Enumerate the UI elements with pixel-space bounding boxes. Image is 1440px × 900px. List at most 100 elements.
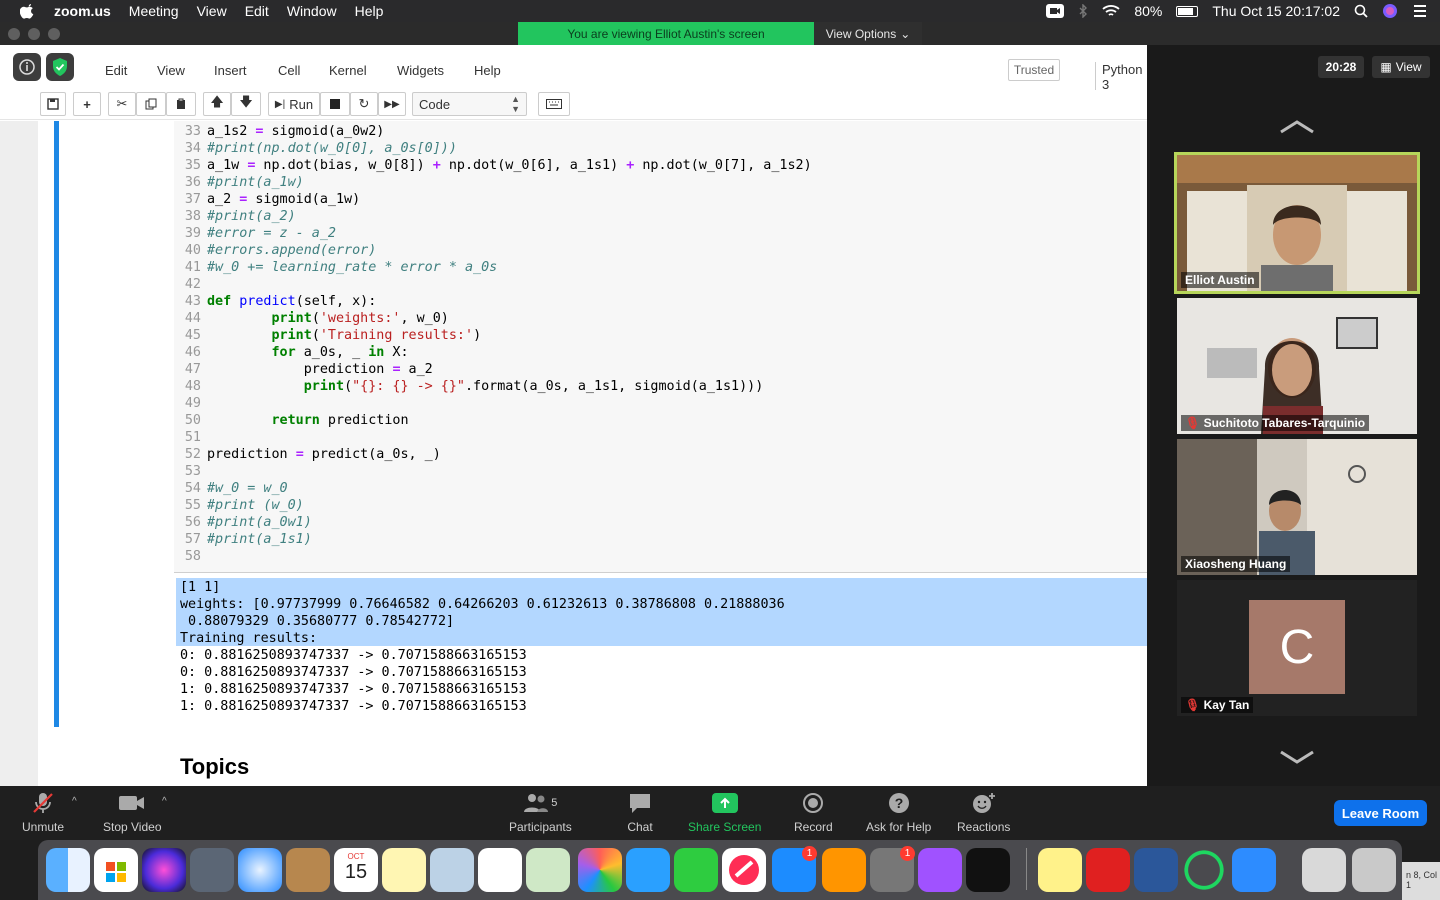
code-line[interactable]: 35 a_1w = np.dot(bias, w_0[8]) + np.dot(w… (174, 157, 812, 174)
code-line[interactable]: 39 #error = z - a_2 (174, 225, 336, 242)
cut-icon[interactable]: ✂ (108, 92, 136, 116)
reactions-button[interactable]: Reactions (957, 790, 1010, 834)
code-line[interactable]: 49 (174, 395, 207, 412)
paste-icon[interactable] (166, 92, 196, 116)
window-zoom-button[interactable] (48, 28, 60, 40)
code-line[interactable]: 36 #print(a_1w) (174, 174, 304, 191)
code-line[interactable]: 33 a_1s2 = sigmoid(a_0w2) (174, 123, 385, 140)
stop-icon[interactable] (320, 92, 350, 116)
info-icon[interactable] (13, 53, 41, 81)
preview-icon[interactable] (430, 848, 474, 892)
calendar-icon[interactable]: OCT 15 (334, 848, 378, 892)
view-button[interactable]: ▦ View (1372, 56, 1430, 78)
code-line[interactable]: 38 #print(a_2) (174, 208, 296, 225)
code-line[interactable]: 41 #w_0 += learning_rate * error * a_0s (174, 259, 497, 276)
photos-icon[interactable] (578, 848, 622, 892)
code-line[interactable]: 46 for a_0s, _ in X: (174, 344, 409, 361)
audio-options-caret-icon[interactable]: ^ (72, 796, 77, 807)
siri-icon[interactable] (1382, 3, 1398, 19)
view-options-button[interactable]: View Options ⌄ (814, 22, 922, 45)
jupyter-menu-edit[interactable]: Edit (105, 63, 127, 78)
word-icon[interactable] (1134, 848, 1178, 892)
code-line[interactable]: 55 #print (w_0) (174, 497, 304, 514)
apple-tv-icon[interactable] (966, 848, 1010, 892)
notes-icon[interactable] (382, 848, 426, 892)
acrobat-icon[interactable] (1086, 848, 1130, 892)
battery-icon[interactable] (1176, 5, 1199, 17)
code-line[interactable]: 44 print('weights:', w_0) (174, 310, 449, 327)
code-line[interactable]: 48 print("{}: {} -> {}".format(a_0s, a_1… (174, 378, 763, 395)
keyboard-icon[interactable] (538, 92, 570, 116)
apple-icon[interactable] (20, 3, 36, 19)
contacts-icon[interactable] (286, 848, 330, 892)
video-options-caret-icon[interactable]: ^ (162, 796, 167, 807)
code-line[interactable]: 58 (174, 548, 207, 565)
stop-video-button[interactable]: Stop Video (103, 790, 162, 834)
ask-for-help-button[interactable]: ? Ask for Help (866, 790, 931, 834)
share-screen-button[interactable]: Share Screen (688, 790, 761, 834)
news-icon[interactable] (722, 848, 766, 892)
menu-window[interactable]: Window (287, 3, 337, 19)
window-minimize-button[interactable] (28, 28, 40, 40)
code-line[interactable]: 54 #w_0 = w_0 (174, 480, 288, 497)
fast-forward-icon[interactable]: ▶▶ (378, 92, 406, 116)
insert-cell-icon[interactable]: + (73, 92, 101, 116)
trusted-badge[interactable]: Trusted (1008, 59, 1060, 81)
launchpad-icon[interactable] (190, 848, 234, 892)
participant-video-elliot-austin[interactable]: Elliot Austin (1174, 152, 1420, 294)
save-icon[interactable] (40, 92, 66, 116)
jupyter-menu-widgets[interactable]: Widgets (397, 63, 444, 78)
facetime-icon[interactable] (674, 848, 718, 892)
move-down-icon[interactable]: 🡇 (231, 92, 261, 116)
kernel-indicator[interactable]: Python 3 (1095, 62, 1147, 92)
messages-icon[interactable] (626, 848, 670, 892)
run-button[interactable]: ▶| Run (268, 92, 320, 116)
code-line[interactable]: 40 #errors.append(error) (174, 242, 376, 259)
unmute-button[interactable]: Unmute (22, 790, 64, 834)
zoom-app-icon[interactable] (1232, 848, 1276, 892)
code-line[interactable]: 50 return prediction (174, 412, 409, 429)
podcasts-icon[interactable] (918, 848, 962, 892)
code-line[interactable]: 52 prediction = predict(a_0s, _) (174, 446, 441, 463)
chevron-up-icon[interactable] (1277, 116, 1317, 136)
maps-icon[interactable] (526, 848, 570, 892)
jupyter-menu-help[interactable]: Help (474, 63, 501, 78)
trash-icon[interactable] (1352, 848, 1396, 892)
security-shield-icon[interactable] (46, 53, 74, 81)
screenshot-icon[interactable] (1302, 848, 1346, 892)
code-line[interactable]: 45 print('Training results:') (174, 327, 481, 344)
control-center-icon[interactable] (1412, 4, 1428, 18)
code-line[interactable]: 47 prediction = a_2 (174, 361, 433, 378)
stickies-icon[interactable] (1038, 848, 1082, 892)
microsoft-store-icon[interactable] (94, 848, 138, 892)
books-icon[interactable] (822, 848, 866, 892)
bluetooth-icon[interactable] (1078, 4, 1088, 18)
zoom-status-icon[interactable] (1046, 4, 1065, 18)
code-line[interactable]: 42 (174, 276, 207, 293)
cell-type-select[interactable]: Code ▲ ▼ (412, 92, 527, 116)
participant-video-suchitoto[interactable]: 🎙︎ Suchitoto Tabares-Tarquinio (1177, 298, 1417, 434)
participant-tile-kay-tan[interactable]: C 🎙︎ Kay Tan (1177, 580, 1417, 716)
clock[interactable]: Thu Oct 15 20:17:02 (1212, 3, 1340, 19)
code-line[interactable]: 51 (174, 429, 207, 446)
code-line[interactable]: 43 def predict(self, x): (174, 293, 376, 310)
finder-icon[interactable] (46, 848, 90, 892)
code-line[interactable]: 56 #print(a_0w1) (174, 514, 312, 531)
cell-output[interactable]: [1 1] weights: [0.97737999 0.76646582 0.6… (176, 578, 1147, 718)
menu-view[interactable]: View (197, 3, 227, 19)
chat-button[interactable]: Chat (625, 790, 655, 834)
menu-edit[interactable]: Edit (245, 3, 269, 19)
app-name[interactable]: zoom.us (54, 3, 111, 19)
chevron-down-icon[interactable] (1277, 748, 1317, 768)
record-button[interactable]: Record (794, 790, 833, 834)
leave-room-button[interactable]: Leave Room (1334, 800, 1427, 826)
menu-help[interactable]: Help (355, 3, 384, 19)
safari-icon[interactable] (238, 848, 282, 892)
reminders-icon[interactable] (478, 848, 522, 892)
code-line[interactable]: 57 #print(a_1s1) (174, 531, 312, 548)
jupyter-menu-insert[interactable]: Insert (214, 63, 247, 78)
siri-icon[interactable] (142, 848, 186, 892)
window-close-button[interactable] (8, 28, 20, 40)
jupyter-menu-cell[interactable]: Cell (278, 63, 300, 78)
copy-icon[interactable] (136, 92, 166, 116)
